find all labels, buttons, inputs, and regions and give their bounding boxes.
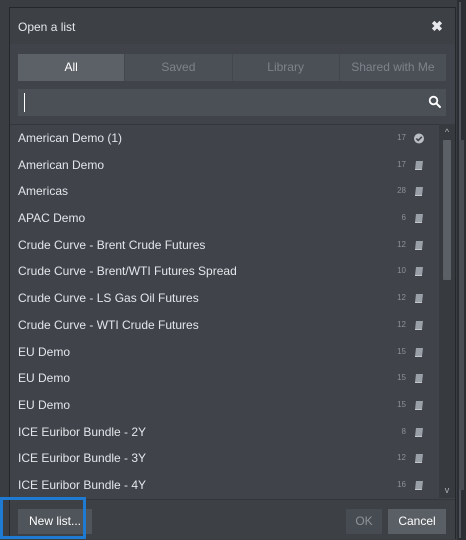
list-item-name: Crude Curve - WTI Crude Futures: [18, 317, 199, 332]
list-item[interactable]: Crude Curve - Brent Crude Futures 12: [10, 232, 455, 259]
book-icon: [415, 294, 423, 304]
list-item-count: 10: [397, 266, 406, 276]
list-item-count: 17: [397, 133, 406, 142]
list-item[interactable]: EU Demo 15: [10, 392, 455, 419]
book-icon: [415, 267, 423, 277]
list-item[interactable]: Crude Curve - LS Gas Oil Futures 12: [10, 285, 455, 312]
book-icon: [415, 347, 423, 357]
scroll-up-icon[interactable]: ^: [441, 126, 453, 138]
list-item-name: American Demo (1): [18, 131, 123, 145]
list-item-name: American Demo: [18, 157, 105, 172]
list-item-count: 12: [397, 239, 406, 249]
list-item-name: Crude Curve - Brent Crude Futures: [18, 237, 206, 252]
list-scrollbar[interactable]: ^ v: [439, 124, 455, 498]
list-item[interactable]: American Demo 17: [10, 152, 455, 179]
list-item-count: 15: [397, 373, 406, 383]
list-item-count: 16: [397, 479, 406, 489]
list-item-name: EU Demo: [18, 344, 71, 359]
search-input[interactable]: [24, 93, 419, 112]
list-item[interactable]: ICE Euribor Bundle - 2Y 8: [10, 419, 455, 446]
book-icon: [415, 240, 423, 250]
list-item[interactable]: Crude Curve - Brent/WTI Futures Spread 10: [10, 258, 455, 285]
list-item[interactable]: EU Demo 15: [10, 339, 455, 366]
list-item[interactable]: Crude Curve - WTI Crude Futures 12: [10, 312, 455, 339]
search-box: [18, 89, 446, 116]
list-tabs: All Saved Library Shared with Me: [18, 54, 446, 81]
list-item-name: ICE Euribor Bundle - 3Y: [18, 451, 147, 466]
list-item-count: 12: [397, 319, 406, 329]
book-icon: [415, 480, 423, 490]
list-item[interactable]: APAC Demo 6: [10, 205, 455, 232]
tab-saved[interactable]: Saved: [125, 54, 233, 81]
list-item-count: 12: [397, 293, 406, 303]
list-item-name: Americas: [18, 184, 69, 199]
background-scrollbar: [459, 140, 464, 490]
close-icon[interactable]: ✖: [430, 19, 444, 33]
list-item-name: ICE Euribor Bundle - 2Y: [18, 424, 147, 439]
list-item-count: 15: [397, 399, 406, 409]
list-item-name: EU Demo: [18, 397, 71, 412]
tab-library[interactable]: Library: [233, 54, 340, 81]
open-list-dialog: Open a list ✖ All Saved Library Shared w…: [9, 7, 456, 539]
list-item[interactable]: EU Demo 15: [10, 365, 455, 392]
list-item[interactable]: ICE Euribor Bundle - 3Y 12: [10, 445, 455, 472]
book-icon: [415, 374, 423, 384]
dialog-title-bar: Open a list ✖: [10, 8, 455, 44]
tab-shared-with-me[interactable]: Shared with Me: [340, 54, 446, 81]
book-icon: [415, 214, 423, 224]
list-item[interactable]: American Demo (1) 17: [10, 125, 455, 152]
book-icon: [415, 320, 423, 330]
list-item-name: APAC Demo: [18, 211, 86, 226]
list-item-name: ICE Euribor Bundle - 4Y: [18, 477, 147, 492]
list-item-count: 15: [397, 346, 406, 356]
check-circle-icon: [414, 133, 424, 144]
book-icon: [415, 160, 423, 170]
book-icon: [415, 187, 423, 197]
list-item-name: Crude Curve - Brent/WTI Futures Spread: [18, 264, 237, 279]
list-item[interactable]: Americas 28: [10, 178, 455, 205]
list-item-count: 12: [397, 453, 406, 463]
list-item-name: Crude Curve - LS Gas Oil Futures: [18, 291, 199, 306]
book-icon: [415, 454, 423, 464]
book-icon: [415, 400, 423, 410]
new-list-button[interactable]: New list...: [18, 509, 92, 534]
list-item-count: 17: [397, 159, 406, 169]
list-item-count: 28: [397, 186, 406, 196]
list-item-count: 6: [401, 213, 406, 223]
list-item[interactable]: ICE Euribor Bundle - 4Y 16: [10, 472, 455, 499]
dialog-title: Open a list: [18, 20, 76, 34]
background-window-edge: [457, 0, 466, 540]
dialog-footer: New list... OK Cancel: [10, 499, 455, 539]
scrollbar-thumb[interactable]: [443, 140, 451, 280]
search-icon[interactable]: [428, 95, 442, 109]
scroll-down-icon[interactable]: v: [441, 484, 453, 496]
tab-all[interactable]: All: [18, 54, 126, 81]
ok-button[interactable]: OK: [346, 509, 382, 534]
list-item-name: EU Demo: [18, 371, 71, 386]
cancel-button[interactable]: Cancel: [388, 509, 446, 534]
list-container: American Demo (1) 17 American Demo 17 Americ…: [10, 124, 455, 499]
book-icon: [415, 427, 423, 437]
list-item-count: 8: [401, 426, 406, 436]
